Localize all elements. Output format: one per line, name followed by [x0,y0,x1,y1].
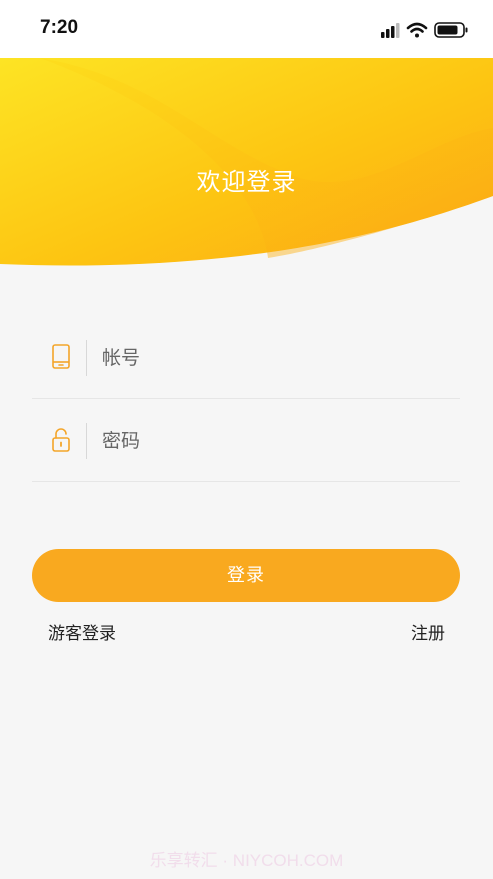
account-field[interactable] [32,318,460,399]
status-icons [381,20,471,40]
password-input[interactable] [102,423,442,459]
password-field[interactable] [32,401,460,482]
register-link[interactable]: 注册 [411,619,445,644]
watermark: 乐享转汇 · NIYCOH.COM [149,851,344,870]
status-bar: 7:20 [0,0,493,58]
page-title: 欢迎登录 [196,168,297,196]
login-button[interactable]: 登录 [32,549,460,602]
phone-icon [49,344,73,370]
header-banner: 欢迎登录 [0,58,493,290]
cellular-signal-icon [381,23,400,38]
lock-icon [49,427,73,453]
status-time: 7:20 [40,17,79,38]
account-input[interactable] [102,340,442,376]
wifi-icon [406,22,428,38]
field-divider [86,340,87,376]
guest-login-link[interactable]: 游客登录 [48,619,116,644]
field-divider [86,423,87,459]
battery-icon [434,22,468,38]
